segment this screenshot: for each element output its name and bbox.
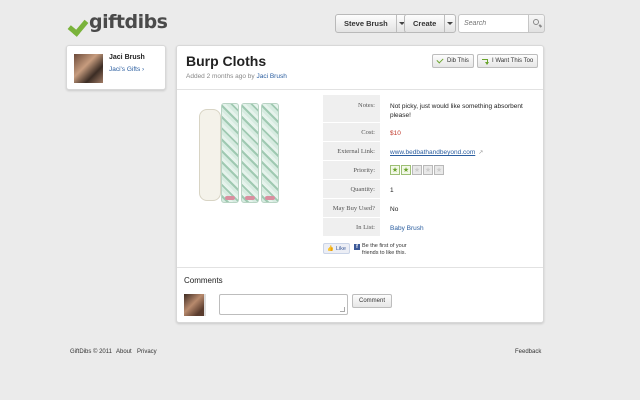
product-image[interactable] [199, 103, 291, 208]
pink-tag [265, 196, 275, 200]
profile-name: Jaci Brush [109, 54, 145, 61]
chevron-down-icon [447, 22, 454, 25]
external-link-icon: ↗ [478, 150, 484, 156]
avatar [184, 294, 206, 316]
external-link-cell: www.bedbathandbeyond.com ↗ [380, 142, 537, 161]
product-cloth [261, 103, 279, 203]
comments-heading: Comments [184, 276, 223, 285]
giftdibs-logo[interactable]: giftdibs [70, 10, 168, 34]
facebook-like-text: Be the first of your friends to like thi… [361, 243, 407, 257]
product-cloth [241, 103, 259, 203]
star-icon[interactable]: ★ [401, 165, 411, 175]
page-title: Burp Cloths [186, 53, 267, 69]
may-buy-used-value: No [390, 206, 399, 213]
logo-text: giftdibs [89, 11, 168, 33]
user-menu-button[interactable]: Steve Brush [335, 14, 408, 33]
dib-this-button[interactable]: Dib This [432, 54, 474, 68]
star-icon[interactable]: ★ [423, 165, 433, 175]
footer-privacy-link[interactable]: Privacy [137, 349, 157, 355]
product-cloth [221, 103, 239, 203]
may-buy-used-label: May Buy Used? [323, 199, 380, 218]
star-icon[interactable]: ★ [434, 165, 444, 175]
create-menu-caret[interactable] [444, 15, 455, 32]
cost-label: Cost: [323, 123, 380, 142]
user-menu-label[interactable]: Steve Brush [336, 15, 396, 32]
cost-row: Cost: $10 [323, 123, 537, 142]
in-list-link[interactable]: Baby Brush [390, 225, 424, 232]
want-this-too-label: I Want This Too [492, 58, 534, 64]
search-icon [533, 19, 539, 25]
external-link-label: External Link: [323, 142, 380, 161]
star-icon[interactable]: ★ [390, 165, 400, 175]
want-this-too-button[interactable]: I Want This Too [477, 54, 539, 68]
pink-tag [245, 196, 255, 200]
quantity-value: 1 [390, 187, 394, 194]
notes-value: Not picky, just would like something abs… [390, 103, 523, 120]
search-button[interactable] [528, 14, 545, 33]
facebook-like-button[interactable]: 👍 Like [323, 243, 350, 254]
external-link[interactable]: www.bedbathandbeyond.com [390, 149, 475, 156]
comment-textarea[interactable] [219, 294, 348, 315]
redirect-arrow-icon [482, 58, 489, 65]
check-logo-icon [70, 11, 88, 33]
product-pad [199, 109, 221, 201]
pink-tag [225, 196, 235, 200]
create-menu-label[interactable]: Create [405, 15, 444, 32]
added-prefix: Added 2 months ago by [186, 73, 255, 80]
dib-this-label: Dib This [447, 58, 469, 64]
facebook-like-label: Like [335, 245, 346, 252]
create-menu-button[interactable]: Create [404, 14, 457, 33]
divider [177, 267, 543, 268]
facebook-icon: f [353, 244, 360, 250]
priority-rating: ★ ★ ★ ★ ★ [380, 161, 537, 180]
in-list-cell: Baby Brush [380, 218, 537, 237]
footer-feedback-link[interactable]: Feedback [515, 349, 541, 355]
search-input[interactable] [458, 14, 528, 33]
may-buy-used-row: May Buy Used? No [323, 199, 537, 218]
footer-about-link[interactable]: About [116, 349, 132, 355]
star-icon[interactable]: ★ [412, 165, 422, 175]
search-box [458, 14, 545, 33]
notes-label: Notes: [323, 95, 380, 123]
in-list-label: In List: [323, 218, 380, 237]
footer-copyright: GiftDibs © 2011 [70, 349, 112, 355]
item-card: Burp Cloths Added 2 months ago by Jaci B… [176, 45, 544, 323]
check-icon [436, 56, 444, 64]
item-details-table: Notes: Not picky, just would like someth… [323, 95, 537, 237]
quantity-label: Quantity: [323, 180, 380, 199]
avatar[interactable] [74, 54, 103, 83]
comment-button[interactable]: Comment [352, 294, 393, 308]
added-by-link[interactable]: Jaci Brush [256, 73, 286, 80]
priority-row: Priority: ★ ★ ★ ★ ★ [323, 161, 537, 180]
cost-value: $10 [390, 130, 401, 137]
quantity-row: Quantity: 1 [323, 180, 537, 199]
gifts-link[interactable]: Jaci's Gifts › [109, 66, 144, 73]
in-list-row: In List: Baby Brush [323, 218, 537, 237]
thumbs-up-icon: 👍 [327, 245, 334, 252]
notes-row: Notes: Not picky, just would like someth… [323, 95, 537, 123]
priority-label: Priority: [323, 161, 380, 180]
facebook-like-widget: 👍 Like f Be the first of your friends to… [323, 243, 422, 258]
profile-card: Jaci Brush Jaci's Gifts › [66, 45, 166, 90]
divider [177, 89, 543, 90]
external-link-row: External Link: www.bedbathandbeyond.com ↗ [323, 142, 537, 161]
added-meta: Added 2 months ago by Jaci Brush [186, 73, 287, 80]
